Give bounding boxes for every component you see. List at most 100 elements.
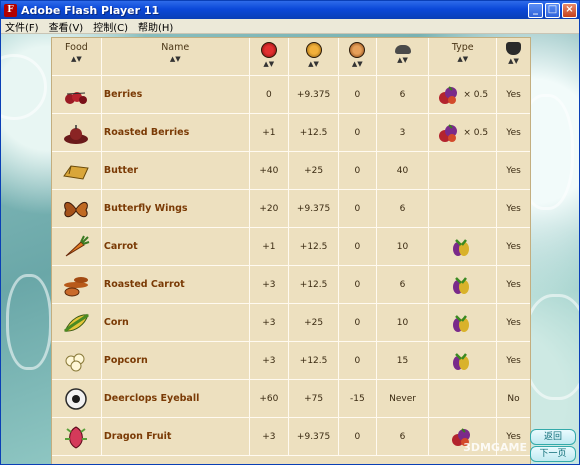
menu-view[interactable]: 查看(V) [49,19,84,34]
name-cell: Butterfly Wings [102,190,250,227]
swirl-decoration [1,54,47,120]
type-cell [429,190,498,227]
roasted-carrot-icon [61,272,91,298]
sort-arrows-icon: ▲▼ [508,57,519,65]
health-cell: +20 [250,190,290,227]
flash-stage: Food ▲▼ Name ▲▼ ▲▼ ▲▼ ▲▼ ▲▼ Type ▲▼ ▲▼ B… [1,34,579,464]
food-name: Popcorn [103,355,148,366]
hunger-cell: +9.375 [289,76,340,113]
hunger-cell: +9.375 [289,190,340,227]
crock-pot-cell: Yes [506,203,521,214]
deerclops-eyeball-icon [61,386,91,412]
sort-arrows-icon: ▲▼ [169,55,181,63]
sort-arrows-icon: ▲▼ [457,55,469,63]
sanity-cell: 0 [339,304,377,341]
spoil-cell: 15 [377,342,430,379]
type-cell [429,266,498,303]
column-type[interactable]: Type ▲▼ [429,38,498,75]
health-cell: +1 [250,228,290,265]
food-cell [52,76,102,113]
food-cell [52,114,102,151]
table-row[interactable]: Butter +40 +25 0 40 Yes [52,152,530,190]
sanity-cell: 0 [339,114,377,151]
table-row[interactable]: Popcorn +3 +12.5 0 15 Yes [52,342,530,380]
column-hunger[interactable]: ▲▼ [289,38,339,75]
crock-pot-cell: Yes [506,127,521,138]
table-row[interactable]: Carrot +1 +12.5 0 10 Yes [52,228,530,266]
food-name: Berries [103,89,143,100]
sort-arrows-icon: ▲▼ [397,56,408,64]
column-name[interactable]: Name ▲▼ [102,38,250,75]
hunger-cell: +9.375 [289,418,340,455]
hunger-cell: +25 [289,304,340,341]
name-cell: Carrot [102,228,250,265]
crock-pot-cell: No [507,393,520,404]
type-cell: × 0.5 [429,114,498,151]
table-row[interactable]: Roasted Carrot +3 +12.5 0 6 Yes [52,266,530,304]
food-name: Roasted Carrot [103,279,185,290]
sanity-cell: 0 [339,418,377,455]
back-button[interactable]: 返回 [530,429,576,445]
type-cell [429,342,498,379]
menu-bar: 文件(F) 查看(V) 控制(C) 帮助(H) [1,19,579,34]
hunger-cell: +12.5 [289,228,340,265]
column-spoil[interactable]: ▲▼ [377,38,430,75]
swirl-decoration [523,294,579,400]
column-name-label: Name [161,42,190,53]
title-bar[interactable]: F Adobe Flash Player 11 _ □ × [1,1,579,19]
table-row[interactable]: Butterfly Wings +20 +9.375 0 6 Yes [52,190,530,228]
type-cell: × 0.5 [429,76,498,113]
health-cell: +3 [250,266,290,303]
column-food[interactable]: Food ▲▼ [52,38,102,75]
type-cell [429,152,498,189]
menu-file[interactable]: 文件(F) [5,19,39,34]
table-row[interactable]: Corn +3 +25 0 10 Yes [52,304,530,342]
sort-arrows-icon: ▲▼ [71,55,82,63]
stomach-icon [305,42,322,58]
food-name: Butterfly Wings [103,203,188,214]
type-cell [429,304,498,341]
minimize-button[interactable]: _ [528,2,543,18]
hunger-cell: +12.5 [289,342,340,379]
hunger-cell: +12.5 [289,266,340,303]
spoil-icon [394,45,411,54]
type-multiplier: × 0.5 [463,127,489,138]
sanity-cell: 0 [339,342,377,379]
column-crock-pot[interactable]: ▲▼ [497,38,530,75]
hunger-cell: +75 [289,380,340,417]
menu-help[interactable]: 帮助(H) [138,19,173,34]
spoil-cell: 10 [377,304,430,341]
spoil-cell: 3 [377,114,430,151]
column-type-label: Type [451,42,474,53]
health-cell: +60 [250,380,290,417]
hunger-cell: +25 [289,152,340,189]
table-row[interactable]: Berries 0 +9.375 0 6 × 0.5 Yes [52,76,530,114]
close-button[interactable]: × [562,2,577,18]
carrot-icon [61,234,91,260]
spoil-cell: 40 [377,152,430,189]
table-row[interactable]: Dragon Fruit +3 +9.375 0 6 Yes [52,418,530,456]
health-cell: +3 [250,342,290,379]
table-body: Berries 0 +9.375 0 6 × 0.5 Yes Roasted B… [52,76,530,456]
menu-control[interactable]: 控制(C) [93,19,128,34]
food-cell [52,228,102,265]
table-row[interactable]: Roasted Berries +1 +12.5 0 3 × 0.5 Yes [52,114,530,152]
food-name: Dragon Fruit [103,431,172,442]
food-table: Food ▲▼ Name ▲▼ ▲▼ ▲▼ ▲▼ ▲▼ Type ▲▼ ▲▼ B… [51,37,531,464]
column-sanity[interactable]: ▲▼ [339,38,377,75]
food-name: Butter [103,165,139,176]
maximize-button[interactable]: □ [545,2,560,18]
hunger-cell: +12.5 [289,114,340,151]
flash-player-window: F Adobe Flash Player 11 _ □ × 文件(F) 查看(V… [0,0,580,465]
sanity-cell: -15 [339,380,377,417]
table-row[interactable]: Deerclops Eyeball +60 +75 -15 Never No [52,380,530,418]
fruit-icon [437,84,459,106]
next-page-button[interactable]: 下一页 [530,446,576,462]
crock-pot-cell: Yes [506,317,521,328]
column-food-label: Food [65,42,88,53]
dragon-fruit-icon [61,424,91,450]
spoil-cell: Never [377,380,430,417]
food-name: Corn [103,317,129,328]
column-health[interactable]: ▲▼ [250,38,290,75]
sort-arrows-icon: ▲▼ [263,60,275,68]
